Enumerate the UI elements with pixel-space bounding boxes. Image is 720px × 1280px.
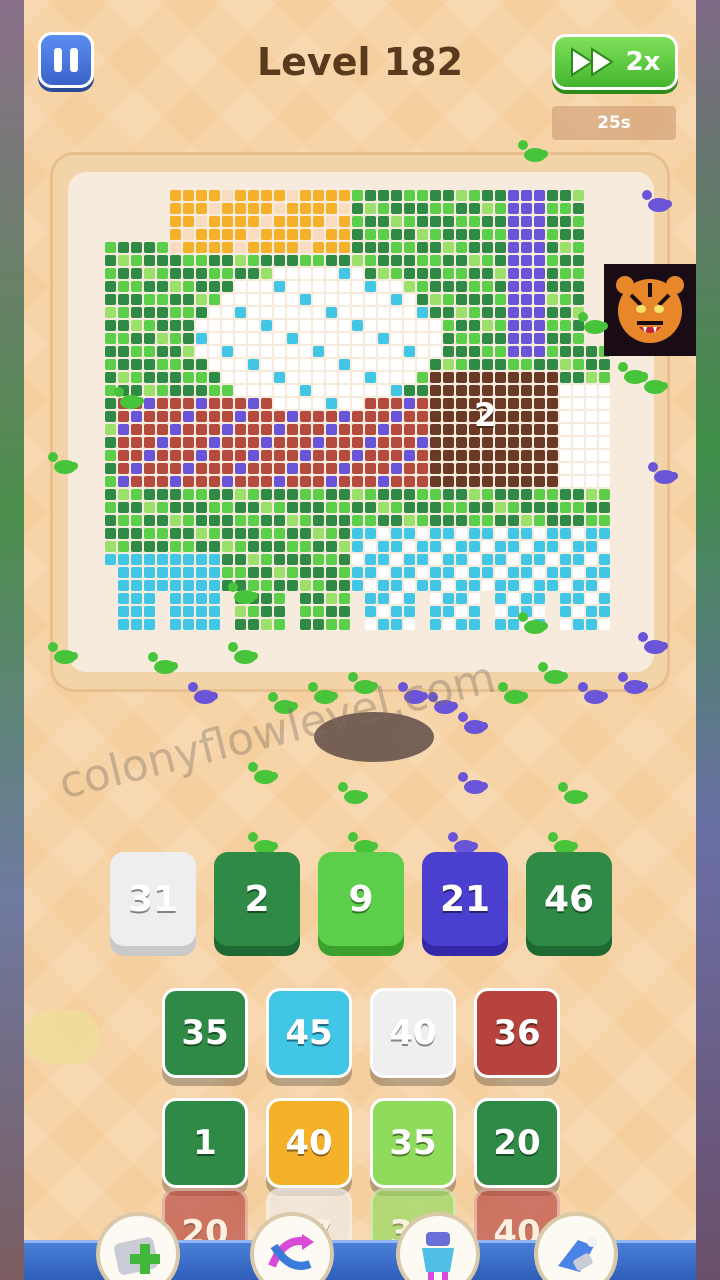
- ant: [538, 662, 568, 684]
- ant: [458, 772, 488, 794]
- magnet-icon: [422, 1232, 454, 1280]
- tube-count: 36: [493, 1013, 541, 1053]
- ant: [114, 387, 144, 409]
- vacuum-tool-button[interactable]: [534, 1212, 618, 1280]
- tube-1-3[interactable]: 40: [370, 988, 456, 1078]
- ant: [648, 462, 678, 484]
- ant: [48, 452, 78, 474]
- ant: [48, 642, 78, 664]
- ant: [638, 372, 668, 394]
- vacuum-icon: [558, 1237, 597, 1272]
- speed-label: 2x: [625, 47, 661, 77]
- tube-count: 45: [285, 1013, 333, 1053]
- ant: [188, 682, 218, 704]
- ant: [228, 582, 258, 604]
- slot-1: 31: [110, 852, 196, 946]
- ant: [638, 632, 668, 654]
- background-cloud: [24, 1010, 100, 1064]
- ant: [518, 612, 548, 634]
- ant: [558, 782, 588, 804]
- ant: [642, 190, 672, 212]
- tube-1-4[interactable]: 36: [474, 988, 560, 1078]
- tube-1-2[interactable]: 45: [266, 988, 352, 1078]
- ant: [578, 312, 608, 334]
- ant: [248, 762, 278, 784]
- ant: [498, 682, 528, 704]
- tiger-logo: [604, 264, 696, 356]
- tube-2-2[interactable]: 40: [266, 1098, 352, 1188]
- slot-count: 9: [348, 878, 374, 920]
- add-box-icon: [114, 1237, 160, 1275]
- ant: [618, 362, 648, 384]
- tube-count: 35: [389, 1123, 437, 1163]
- left-edge-blur: [0, 0, 24, 1280]
- tube-2-3[interactable]: 35: [370, 1098, 456, 1188]
- slot-count: 21: [439, 878, 491, 920]
- slot-4: 21: [422, 852, 508, 946]
- speed-2x-button[interactable]: 2x: [552, 34, 678, 90]
- tube-count: 20: [493, 1123, 541, 1163]
- right-edge-blur: [696, 0, 720, 1280]
- shuffle-arrow-icon: [268, 1234, 314, 1270]
- pixel-art-mosaic: [105, 190, 610, 630]
- tube-count: 40: [285, 1123, 333, 1163]
- slot-count: 46: [543, 878, 595, 920]
- ant: [148, 652, 178, 674]
- slot-2: 2: [214, 852, 300, 946]
- game-screen: Level 182 2x 25s 2 colonyflowlevel.com 3…: [24, 0, 696, 1280]
- tube-2-4[interactable]: 20: [474, 1098, 560, 1188]
- tube-count: 1: [193, 1123, 217, 1163]
- slot-count: 2: [244, 878, 270, 920]
- slot-5: 46: [526, 852, 612, 946]
- slot-count: 31: [127, 878, 179, 920]
- brown-block-count: 2: [474, 396, 497, 434]
- timer-badge: 25s: [552, 106, 676, 140]
- ant: [618, 672, 648, 694]
- ant: [518, 140, 548, 162]
- tube-2-1[interactable]: 1: [162, 1098, 248, 1188]
- tube-1-1[interactable]: 35: [162, 988, 248, 1078]
- tube-count: 35: [181, 1013, 229, 1053]
- fast-forward-icon: [570, 47, 614, 77]
- ant: [338, 782, 368, 804]
- ant: [458, 712, 488, 734]
- ant: [228, 642, 258, 664]
- tiger-icon: [616, 276, 684, 343]
- tube-count: 40: [389, 1013, 437, 1053]
- ant: [578, 682, 608, 704]
- magnet-tool-button[interactable]: [396, 1212, 480, 1280]
- slot-3: 9: [318, 852, 404, 946]
